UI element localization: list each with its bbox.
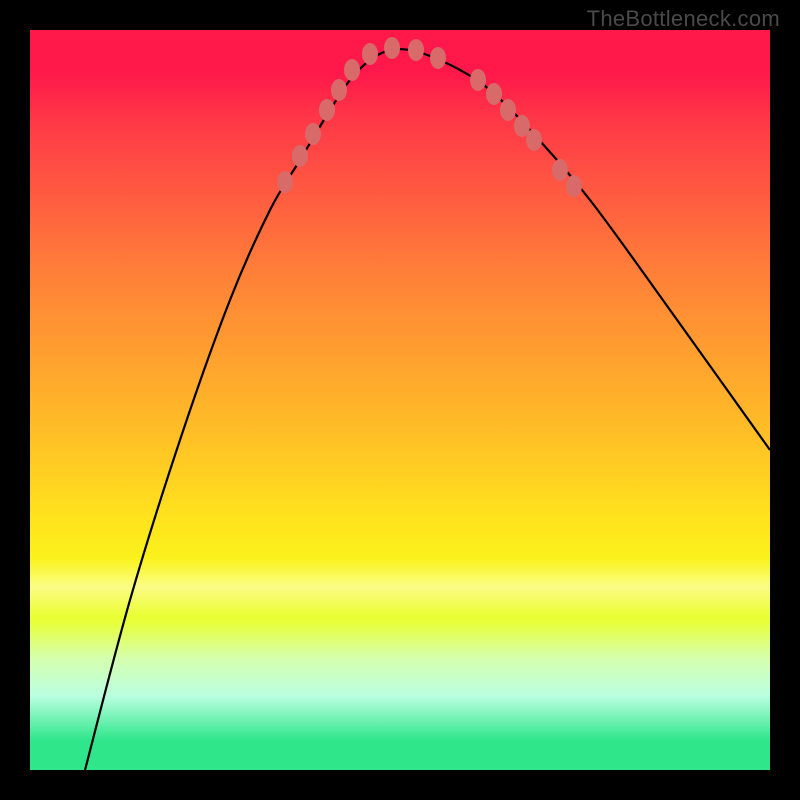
bottleneck-curve-path <box>85 49 770 770</box>
marker-point <box>486 83 502 105</box>
marker-point <box>277 171 293 193</box>
marker-point <box>362 43 378 65</box>
chart-frame <box>30 30 770 770</box>
marker-point <box>305 123 321 145</box>
watermark-text: TheBottleneck.com <box>587 6 780 32</box>
marker-point <box>470 69 486 91</box>
marker-point <box>292 145 308 167</box>
marker-point <box>408 39 424 61</box>
chart-svg <box>30 30 770 770</box>
marker-group <box>277 37 582 197</box>
marker-point <box>500 99 516 121</box>
marker-point <box>566 175 582 197</box>
marker-point <box>430 47 446 69</box>
marker-point <box>344 59 360 81</box>
marker-point <box>552 159 568 181</box>
marker-point <box>526 129 542 151</box>
marker-point <box>384 37 400 59</box>
marker-point <box>331 79 347 101</box>
marker-point <box>319 99 335 121</box>
